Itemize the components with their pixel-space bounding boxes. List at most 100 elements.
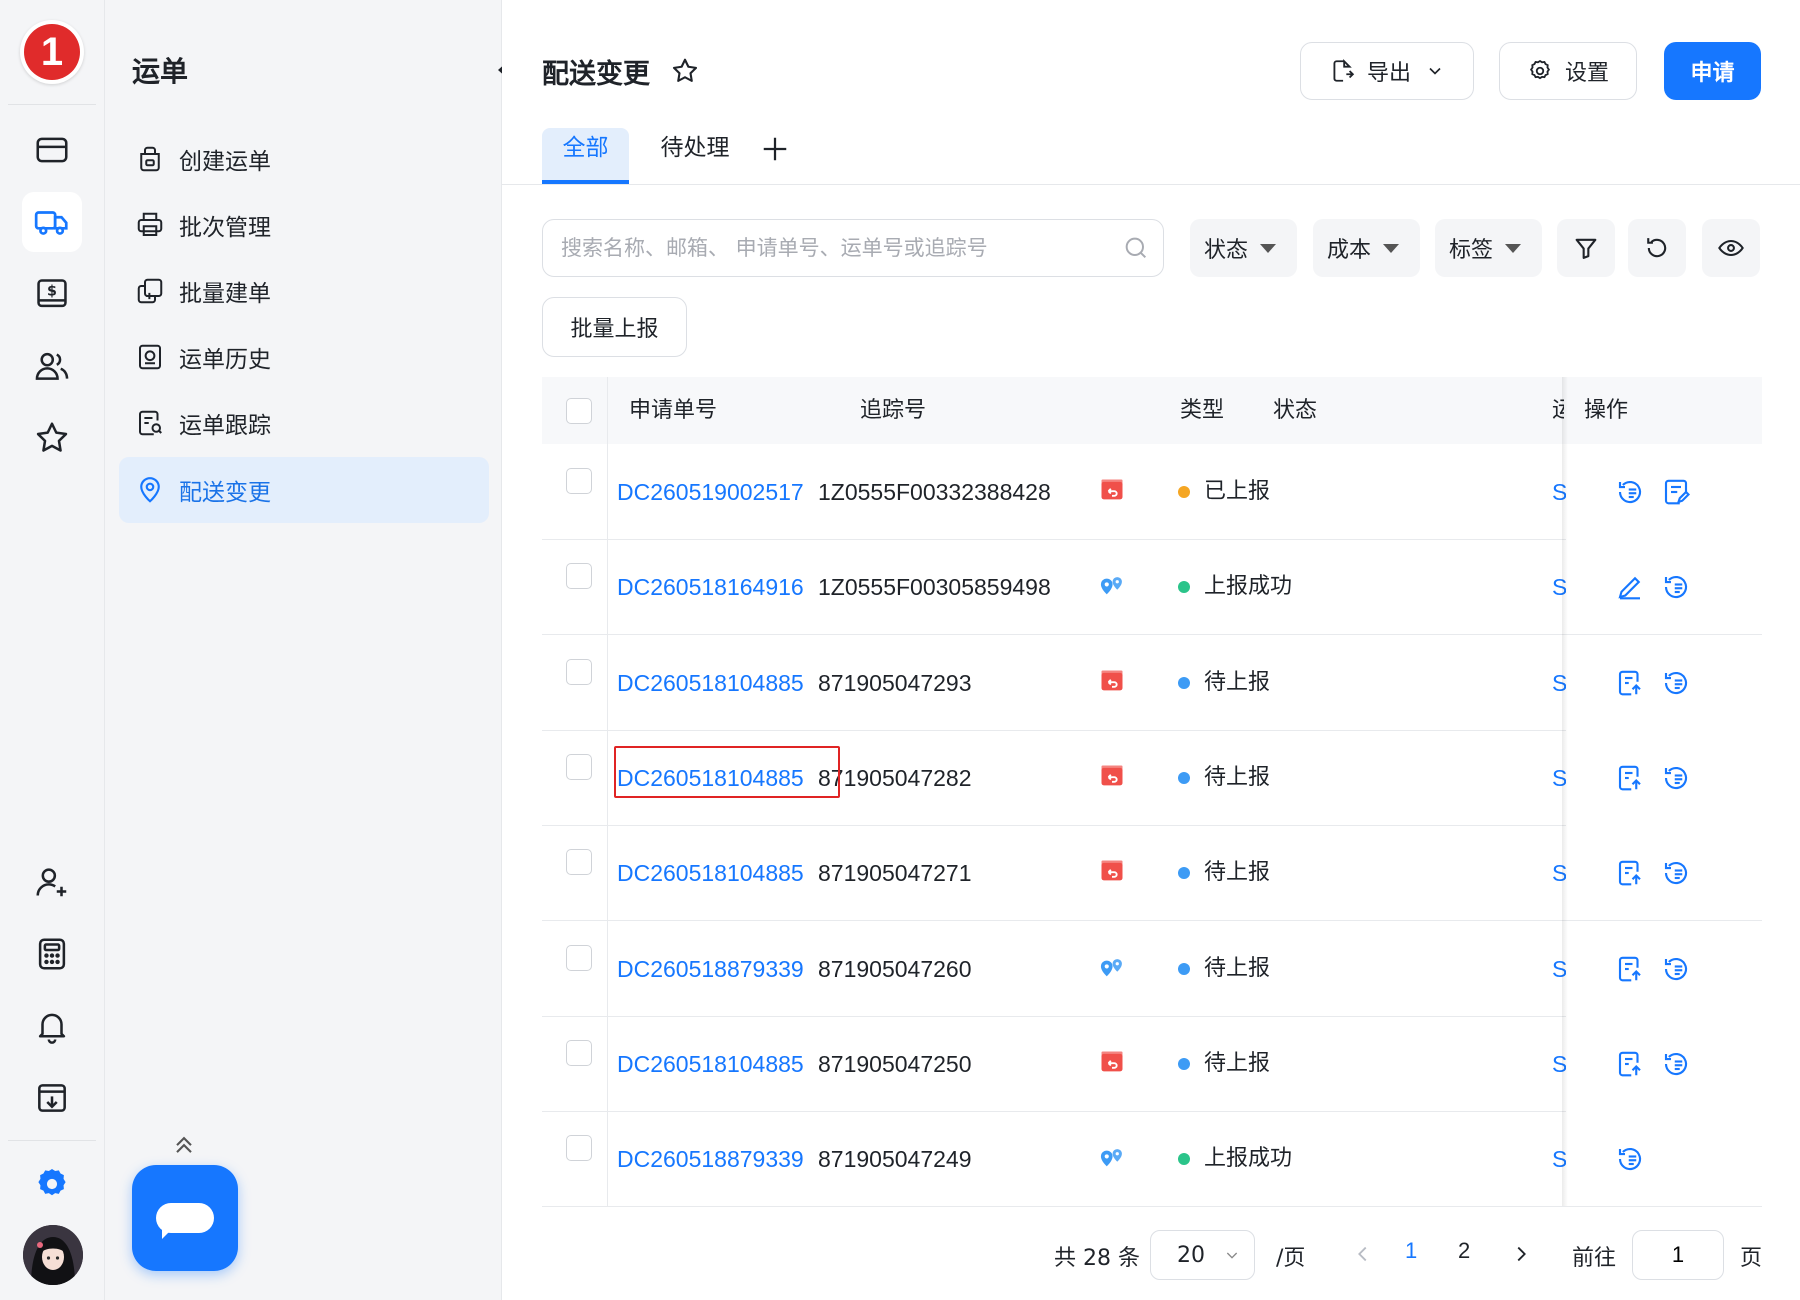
row-checkbox[interactable]	[566, 944, 592, 971]
page-suffix-label: 页	[1740, 1246, 1763, 1271]
sidebar-item-bulk-create[interactable]: 批量建单	[119, 258, 489, 324]
bell-icon	[38, 1013, 66, 1044]
table-row[interactable]: DC260518879339 871905047249 上报成功 S	[542, 1111, 1762, 1208]
upload-report-icon[interactable]	[1615, 858, 1645, 888]
sidebar-item-delivery-change[interactable]: 配送变更	[119, 457, 489, 523]
row-checkbox[interactable]	[566, 1135, 592, 1162]
row-checkbox[interactable]	[566, 849, 592, 876]
rail-billing-button[interactable]: $	[22, 264, 82, 324]
table-row[interactable]: DC260518104885 871905047271 待上报 S	[542, 825, 1762, 922]
sidebar-item-batch-management[interactable]: 批次管理	[119, 192, 489, 258]
history-icon[interactable]	[1615, 477, 1645, 507]
rail-divider	[8, 104, 96, 105]
request-no-link[interactable]: DC260519002517	[617, 444, 804, 540]
upload-report-icon[interactable]	[1615, 954, 1645, 984]
app-logo[interactable]: 1	[20, 20, 84, 84]
sidebar-item-create-order[interactable]: 创建运单	[119, 126, 489, 192]
table-row[interactable]: DC260518164916 1Z0555F00305859498 上报成功 S	[542, 539, 1762, 636]
user-avatar[interactable]	[23, 1225, 83, 1285]
page-2-button[interactable]: 2	[1458, 1238, 1470, 1264]
prev-page-icon[interactable]	[1352, 1243, 1374, 1265]
upload-report-icon[interactable]	[1615, 763, 1645, 793]
rail-truck-button[interactable]	[22, 192, 82, 252]
row-checkbox[interactable]	[566, 658, 592, 685]
row-checkbox[interactable]	[566, 563, 592, 590]
status-dot	[1178, 867, 1190, 880]
sidebar-item-label: 运单历史	[179, 347, 271, 373]
rail-notifications-button[interactable]	[22, 996, 82, 1056]
page-title: 配送变更	[542, 59, 650, 90]
table-row[interactable]: DC260518104885 871905047293 待上报 S	[542, 634, 1762, 731]
history-icon[interactable]	[1661, 572, 1691, 602]
rail-favorites-button[interactable]	[22, 408, 82, 468]
request-no-link[interactable]: DC260518104885	[617, 825, 804, 921]
upload-report-icon[interactable]	[1615, 1049, 1645, 1079]
sidebar-item-order-tracking[interactable]: 运单跟踪	[119, 390, 489, 456]
request-no-link[interactable]: DC260518164916	[617, 539, 804, 635]
history-icon[interactable]	[1615, 1144, 1645, 1174]
search-input[interactable]	[542, 219, 1164, 277]
rail-download-button[interactable]	[22, 1068, 82, 1128]
row-checkbox[interactable]	[566, 753, 592, 780]
export-button[interactable]: 导出	[1300, 42, 1474, 100]
add-tab-icon[interactable]	[760, 134, 790, 164]
tab-pending[interactable]: 待处理	[640, 128, 750, 184]
upload-report-icon[interactable]	[1615, 668, 1645, 698]
tag-filter-dropdown[interactable]: 标签	[1435, 219, 1542, 277]
sidebar-item-label: 创建运单	[179, 149, 271, 175]
request-no-link[interactable]: DC260518879339	[617, 1111, 804, 1207]
chat-button[interactable]	[132, 1165, 238, 1271]
goto-label: 前往	[1572, 1246, 1617, 1271]
table-row[interactable]: DC260518879339 871905047260 待上报 S	[542, 920, 1762, 1017]
page-1-button[interactable]: 1	[1405, 1238, 1417, 1264]
logo-badge: 1	[24, 24, 80, 80]
bulk-report-button[interactable]: 批量上报	[542, 297, 687, 357]
favorite-star-icon[interactable]	[670, 56, 700, 86]
history-icon[interactable]	[1661, 954, 1691, 984]
table-row[interactable]: DC260519002517 1Z0555F00332388428 已上报 S	[542, 444, 1762, 540]
page-size-select[interactable]: 20	[1150, 1230, 1255, 1280]
tag-filter-label: 标签	[1449, 238, 1494, 263]
note-edit-icon[interactable]	[1661, 477, 1691, 507]
table-row[interactable]: DC260518104885 871905047250 待上报 S	[542, 1015, 1762, 1112]
sidebar-item-order-history[interactable]: 运单历史	[119, 324, 489, 390]
rail-card-button[interactable]	[22, 120, 82, 180]
export-label: 导出	[1366, 61, 1411, 86]
settings-button[interactable]: 设置	[1499, 42, 1637, 100]
status-label: 待上报	[1204, 764, 1271, 790]
column-visibility-button[interactable]	[1702, 219, 1760, 277]
history-icon[interactable]	[1661, 763, 1691, 793]
rail-users-button[interactable]	[22, 336, 82, 396]
status-cell: 待上报	[1178, 1016, 1270, 1112]
history-icon[interactable]	[1661, 858, 1691, 888]
status-filter-label: 状态	[1204, 238, 1249, 263]
status-dot	[1178, 486, 1190, 498]
request-no-link[interactable]: DC260518104885	[617, 1016, 804, 1112]
search-icon[interactable]	[1122, 234, 1150, 262]
history-icon[interactable]	[1661, 1049, 1691, 1079]
next-page-icon[interactable]	[1510, 1243, 1532, 1265]
refresh-button[interactable]	[1628, 219, 1686, 277]
batch-create-icon	[137, 278, 163, 304]
cost-filter-dropdown[interactable]: 成本	[1313, 219, 1420, 277]
pencil-icon[interactable]	[1615, 572, 1645, 602]
apply-button[interactable]: 申请	[1664, 42, 1761, 100]
history-icon[interactable]	[1661, 668, 1691, 698]
tab-all[interactable]: 全部	[542, 128, 629, 184]
goto-page-input[interactable]	[1632, 1230, 1724, 1280]
rail-user-add-button[interactable]	[22, 852, 82, 912]
status-filter-dropdown[interactable]: 状态	[1190, 219, 1297, 277]
row-checkbox[interactable]	[566, 468, 592, 494]
row-checkbox[interactable]	[566, 1039, 592, 1066]
svg-text:$: $	[47, 284, 57, 300]
select-all-checkbox[interactable]	[566, 398, 592, 424]
rail-settings-button[interactable]	[22, 1154, 82, 1214]
rail-calculator-button[interactable]	[22, 924, 82, 984]
request-no-link[interactable]: DC260518104885	[617, 635, 804, 731]
rail-divider	[8, 1140, 96, 1141]
filter-button[interactable]	[1557, 219, 1615, 277]
request-no-link[interactable]: DC260518879339	[617, 921, 804, 1017]
sidebar-item-label: 配送变更	[179, 480, 271, 506]
scroll-top-icon[interactable]	[170, 1130, 198, 1158]
status-cell: 待上报	[1178, 921, 1270, 1017]
